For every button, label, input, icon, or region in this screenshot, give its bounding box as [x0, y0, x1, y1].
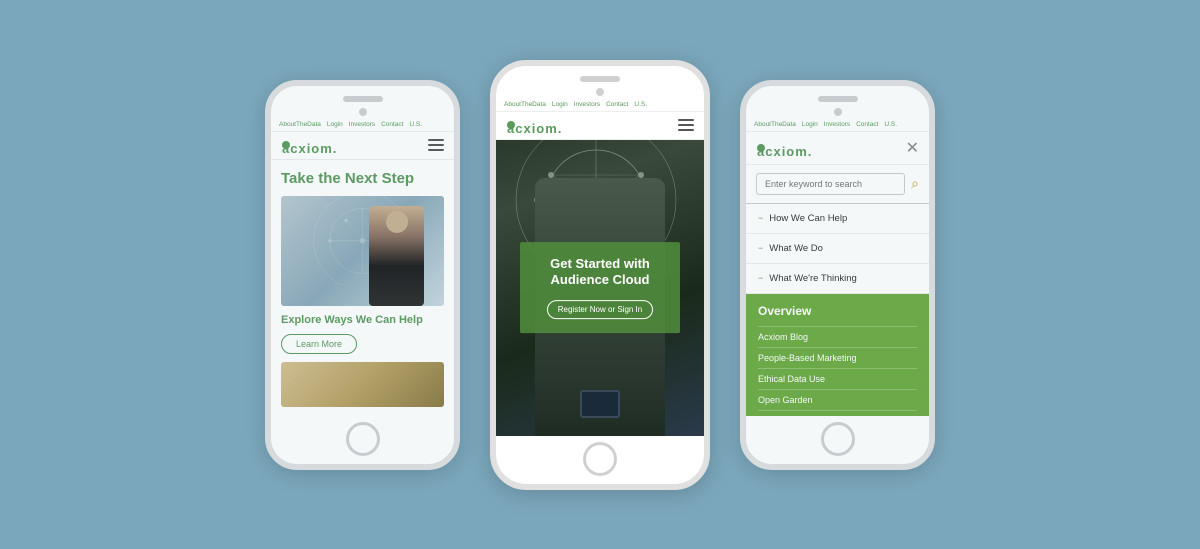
- phone1-topbar: AboutTheData Login Investors Contact U.S…: [271, 118, 454, 132]
- phone1-camera: [359, 108, 367, 116]
- p3-topbar-link-investors[interactable]: Investors: [824, 121, 850, 128]
- phone3-logo: acxiom.: [756, 140, 765, 155]
- phone1-person: [369, 206, 424, 306]
- phone2-cta-overlay: Get Started with Audience Cloud Register…: [520, 242, 680, 334]
- arrow-icon-1: −: [758, 213, 763, 223]
- p2-topbar-link-login[interactable]: Login: [552, 101, 568, 108]
- phone2-hero: Get Started with Audience Cloud Register…: [496, 140, 704, 436]
- phone3-search-input[interactable]: [756, 173, 905, 195]
- phone3-camera: [834, 108, 842, 116]
- p2-topbar-link-contact[interactable]: Contact: [606, 101, 628, 108]
- phone3-search-row: ⌕: [746, 165, 929, 204]
- phone2-navbar: acxiom.: [496, 112, 704, 140]
- green-item-4[interactable]: The New Data Economy: [758, 410, 917, 416]
- p3-topbar-link-contact[interactable]: Contact: [856, 121, 878, 128]
- phone3-close-icon[interactable]: ✕: [906, 138, 919, 158]
- p3-topbar-link-aboutthedata[interactable]: AboutTheData: [754, 121, 796, 128]
- p2-topbar-link-aboutthedata[interactable]: AboutTheData: [504, 101, 546, 108]
- phone2-cta-title: Get Started with Audience Cloud: [536, 256, 664, 290]
- topbar-link-us[interactable]: U.S.: [409, 121, 422, 128]
- phone2-screen: AboutTheData Login Investors Contact U.S…: [496, 98, 704, 436]
- nav-item-what-we-do[interactable]: − What We Do: [746, 234, 929, 264]
- nav-item-what-were-thinking[interactable]: − What We're Thinking: [746, 264, 929, 294]
- nav-item-label-2: What We Do: [769, 243, 823, 254]
- green-item-0[interactable]: Acxiom Blog: [758, 326, 917, 347]
- phone1-topbar-links: AboutTheData Login Investors Contact U.S…: [279, 121, 422, 128]
- green-item-2[interactable]: Ethical Data Use: [758, 368, 917, 389]
- overview-title: Overview: [758, 304, 917, 318]
- search-icon[interactable]: ⌕: [911, 175, 919, 192]
- phone-3: AboutTheData Login Investors Contact U.S…: [740, 80, 935, 470]
- phones-container: AboutTheData Login Investors Contact U.S…: [245, 40, 955, 510]
- phone2-logo: acxiom.: [506, 118, 515, 133]
- phone3-topbar: AboutTheData Login Investors Contact U.S…: [746, 118, 929, 132]
- topbar-link-login[interactable]: Login: [327, 121, 343, 128]
- nav-green-section: Overview Acxiom Blog People-Based Market…: [746, 294, 929, 416]
- phone1-hero-image: [281, 196, 444, 306]
- phone1-hamburger-icon[interactable]: [428, 139, 444, 151]
- nav-item-how-we-can-help[interactable]: − How We Can Help: [746, 204, 929, 234]
- topbar-link-investors[interactable]: Investors: [349, 121, 375, 128]
- phone3-nav-content: − How We Can Help − What We Do − What We…: [746, 204, 929, 416]
- p2-logo-text: acxiom.: [507, 121, 515, 129]
- topbar-link-aboutthedata[interactable]: AboutTheData: [279, 121, 321, 128]
- p3-topbar-link-login[interactable]: Login: [802, 121, 818, 128]
- phone3-navbar: acxiom. ✕: [746, 132, 929, 165]
- phone1-screen: AboutTheData Login Investors Contact U.S…: [271, 118, 454, 416]
- nav-item-label-1: How We Can Help: [769, 213, 847, 224]
- p2-topbar-link-investors[interactable]: Investors: [574, 101, 600, 108]
- phone2-hamburger-icon[interactable]: [678, 119, 694, 131]
- phone-2: AboutTheData Login Investors Contact U.S…: [490, 60, 710, 490]
- phone1-navbar: acxiom.: [271, 132, 454, 160]
- p3-logo-text: acxiom.: [757, 144, 765, 152]
- logo-text: acxiom.: [282, 141, 290, 149]
- arrow-icon-2: −: [758, 243, 763, 253]
- phone2-topbar-links: AboutTheData Login Investors Contact U.S…: [504, 101, 647, 108]
- phone1-content: Take the Next Step: [271, 160, 454, 416]
- nav-item-label-3: What We're Thinking: [769, 273, 857, 284]
- green-item-3[interactable]: Open Garden: [758, 389, 917, 410]
- phone1-bottom-image: [281, 362, 444, 407]
- arrow-icon-3: −: [758, 273, 763, 283]
- phone2-camera: [596, 88, 604, 96]
- phone2-topbar: AboutTheData Login Investors Contact U.S…: [496, 98, 704, 112]
- p2-topbar-link-us[interactable]: U.S.: [634, 101, 647, 108]
- phone1-explore-text: Explore Ways We Can Help: [281, 314, 444, 326]
- topbar-link-contact[interactable]: Contact: [381, 121, 403, 128]
- phone1-logo: acxiom.: [281, 138, 290, 153]
- phone1-title: Take the Next Step: [281, 170, 444, 188]
- phone-1: AboutTheData Login Investors Contact U.S…: [265, 80, 460, 470]
- p3-topbar-link-us[interactable]: U.S.: [884, 121, 897, 128]
- green-item-1[interactable]: People-Based Marketing: [758, 347, 917, 368]
- phone2-cta-btn[interactable]: Register Now or Sign In: [547, 300, 653, 319]
- phone3-screen: AboutTheData Login Investors Contact U.S…: [746, 118, 929, 416]
- phone1-learn-more-btn[interactable]: Learn More: [281, 334, 357, 354]
- phone3-topbar-links: AboutTheData Login Investors Contact U.S…: [754, 121, 897, 128]
